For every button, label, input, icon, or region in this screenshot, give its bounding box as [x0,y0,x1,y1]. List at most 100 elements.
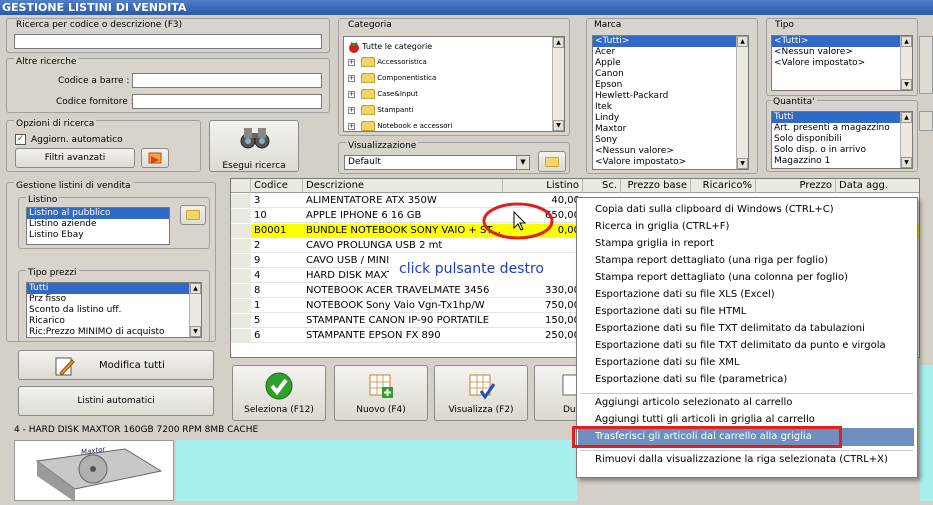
list-item[interactable]: <Tutti> [593,36,748,47]
col-price[interactable]: Prezzo [756,179,836,193]
category-tree[interactable]: Tutte le categorie + Accessoristica + Co… [343,36,565,132]
list-item[interactable]: <Nessun valore> [772,47,912,58]
list-item[interactable]: <Nessun valore> [593,146,748,157]
quantity-list[interactable]: Tutti Art. presenti a magazzino Solo dispo… [771,111,913,169]
list-item[interactable]: Apple [593,58,748,69]
list-scrollbar[interactable]: ▲ ▼ [736,36,748,169]
quantity-side-button[interactable] [919,111,933,131]
advanced-filters-button[interactable]: Filtri avanzati [15,148,135,168]
scroll-up-icon[interactable]: ▲ [737,36,748,47]
menu-item[interactable]: Esportazione dati su file HTML [595,306,746,317]
col-code[interactable]: Codice [251,179,303,193]
list-item[interactable]: <Tutti> [772,36,912,47]
list-item[interactable]: Tutti [772,112,912,123]
list-item[interactable]: Listino al pubblico [27,208,169,219]
menu-item[interactable]: Esportazione dati su file XLS (Excel) [595,289,775,300]
scroll-down-icon[interactable]: ▼ [553,120,564,131]
list-item[interactable]: Prz fisso [27,294,201,305]
auto-update-checkbox[interactable]: ✓ [15,134,26,145]
list-item[interactable]: Canon [593,69,748,80]
row-selector[interactable] [231,314,251,328]
listino-list[interactable]: Listino al pubblico Listino aziende Listin… [26,207,170,245]
row-selector[interactable] [231,239,251,253]
scroll-down-icon[interactable]: ▼ [901,157,912,168]
search-input[interactable] [14,34,322,49]
category-root[interactable]: Tutte le categorie [348,41,432,53]
list-item[interactable]: Tutti [27,283,201,294]
barcode-input[interactable] [132,73,322,88]
auto-lists-button[interactable]: Listini automatici [18,386,214,416]
scroll-up-icon[interactable]: ▲ [901,36,912,47]
list-scrollbar[interactable]: ▲ ▼ [900,112,912,168]
row-selector[interactable] [231,209,251,223]
list-item[interactable]: <Valore impostato> [593,157,748,168]
new-button[interactable]: Nuovo (F4) [334,365,428,421]
menu-item[interactable]: Stampa report dettagliato (una riga per … [595,255,828,266]
row-selector[interactable] [231,194,251,208]
select-button[interactable]: Seleziona (F12) [232,365,326,421]
list-item[interactable]: Sconto da listino uff. [27,305,201,316]
menu-item[interactable]: Esportazione dati su file (parametrica) [595,374,787,385]
col-update-date[interactable]: Data agg. [836,179,919,193]
menu-item[interactable]: Stampa griglia in report [595,238,714,249]
scroll-down-icon[interactable]: ▼ [737,158,748,169]
list-item[interactable]: Solo disp. o in arrivo [772,145,912,156]
type-list[interactable]: <Tutti> <Nessun valore> <Valore impostato>… [771,35,913,91]
type-side-button[interactable] [919,36,933,94]
list-item[interactable]: <Valore impostato> [772,58,912,69]
category-item[interactable]: + Notebook e accessori [348,121,452,131]
menu-item[interactable]: Stampa report dettagliato (una colonna p… [595,272,848,283]
view-button[interactable]: Visualizza (F2) [434,365,528,421]
category-item[interactable]: + Stampanti [348,105,413,115]
menu-item[interactable]: Copia dati sulla clipboard di Windows (C… [595,204,834,215]
list-item[interactable]: Acer [593,47,748,58]
list-item[interactable]: Listino Ebay [27,230,169,241]
col-base-price[interactable]: Prezzo base [621,179,691,193]
row-selector[interactable] [231,299,251,313]
list-item[interactable]: Maxtor [593,124,748,135]
supplier-code-input[interactable] [132,94,322,109]
category-item[interactable]: + Accessoristica [348,57,427,67]
menu-item[interactable]: Rimuovi dalla visualizzazione la riga se… [595,454,888,465]
scroll-up-icon[interactable]: ▲ [190,283,201,294]
row-selector[interactable] [231,224,251,238]
run-search-button[interactable]: Esegui ricerca [209,120,299,172]
menu-item[interactable]: Aggiungi articolo selezionato al carrell… [595,397,792,408]
col-discount[interactable]: Sc. [583,179,621,193]
brand-list[interactable]: <Tutti> Acer Apple Canon Epson Hewlett-Packar… [592,35,749,170]
row-selector[interactable] [231,269,251,283]
scroll-up-icon[interactable]: ▲ [553,37,564,48]
list-scrollbar[interactable]: ▲ ▼ [900,36,912,90]
list-item[interactable]: Lindy [593,113,748,124]
list-item[interactable]: Sony [593,135,748,146]
list-item[interactable]: Listino aziende [27,219,169,230]
menu-item[interactable]: Esportazione dati su file TXT delimitato… [595,323,865,334]
row-selector[interactable] [231,329,251,343]
list-item[interactable]: Art. presenti a magazzino [772,123,912,134]
category-scrollbar[interactable]: ▲ ▼ [552,37,564,131]
duplicate-button[interactable]: Du [534,365,582,421]
view-select[interactable]: Default ▼ [344,155,530,170]
price-types-list[interactable]: Tutti Prz fisso Sconto da listino uff. Rica… [26,282,202,338]
list-item[interactable]: Epson [593,80,748,91]
list-scrollbar[interactable]: ▲ ▼ [189,283,201,337]
scroll-up-icon[interactable]: ▲ [901,112,912,123]
list-item[interactable]: Magazzino 1 [772,156,912,167]
col-listino[interactable]: Listino [503,179,583,193]
menu-item[interactable]: Esportazione dati su file XML [595,357,740,368]
filter-arrow-button[interactable] [141,148,169,168]
modify-all-button[interactable]: Modifica tutti [18,350,214,380]
row-selector[interactable] [231,254,251,268]
list-item[interactable]: Ric:Prezzo MINIMO di acquisto [27,327,201,337]
scroll-down-icon[interactable]: ▼ [190,326,201,337]
col-markup[interactable]: Ricarico% [691,179,756,193]
row-selector[interactable] [231,284,251,298]
menu-item[interactable]: Aggiungi tutti gli articoli in griglia a… [595,414,815,425]
scroll-down-icon[interactable]: ▼ [901,79,912,90]
view-folder-button[interactable] [538,151,566,172]
menu-item[interactable]: Ricerca in griglia (CTRL+F) [595,221,729,232]
list-item[interactable]: Hewlett-Packard [593,91,748,102]
menu-item[interactable]: Trasferisci gli articoli dal carrello al… [595,431,812,442]
category-item[interactable]: + Componentistica [348,73,436,83]
col-description[interactable]: Descrizione [303,179,503,193]
